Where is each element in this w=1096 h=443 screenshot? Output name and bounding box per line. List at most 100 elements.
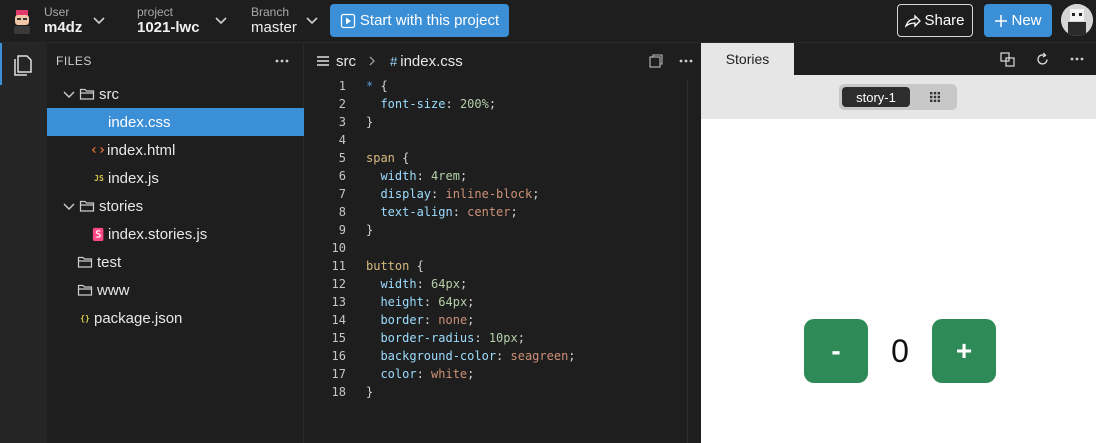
- branch-value: master: [251, 19, 297, 36]
- share-button-label: Share: [924, 12, 965, 29]
- chevron-down-icon[interactable]: [305, 14, 319, 28]
- folder-icon: [77, 284, 93, 296]
- account-avatar-icon[interactable]: [1061, 4, 1093, 36]
- code-line[interactable]: 18}: [304, 383, 701, 401]
- folder-open-icon: [79, 200, 95, 212]
- code-line[interactable]: 9}: [304, 221, 701, 239]
- active-indicator: [0, 43, 2, 85]
- line-number: 6: [338, 169, 346, 183]
- code-text: width: 64px;: [380, 277, 468, 291]
- stories-header: Stories: [701, 43, 1096, 75]
- tree-item-label: index.html: [107, 141, 176, 159]
- code-line[interactable]: 13 height: 64px;: [304, 293, 701, 311]
- grid-view-button[interactable]: [921, 89, 949, 105]
- code-text: height: 64px;: [380, 295, 475, 309]
- editor-breadcrumb: src # index.css: [304, 43, 701, 79]
- line-number: 10: [331, 241, 346, 255]
- code-line[interactable]: 1 * {: [304, 77, 701, 95]
- tree-folder-test[interactable]: test: [47, 248, 304, 276]
- project-label: project: [137, 5, 174, 19]
- chevron-down-icon[interactable]: [92, 14, 106, 28]
- branch-selector[interactable]: Branch master: [251, 5, 297, 37]
- code-line[interactable]: 16 background-color: seagreen;: [304, 347, 701, 365]
- code-line[interactable]: 15 border-radius: 10px;: [304, 329, 701, 347]
- code-line[interactable]: 14 border: none;: [304, 311, 701, 329]
- line-number: 5: [338, 151, 346, 165]
- tree-folder-src[interactable]: src: [47, 80, 304, 108]
- top-bar: User m4dz project 1021-lwc Branch master…: [0, 0, 1096, 43]
- code-text: * {: [366, 79, 388, 93]
- tree-item-label: test: [97, 253, 122, 271]
- code-line[interactable]: 17 color: white;: [304, 365, 701, 383]
- css-hash-icon: #: [390, 53, 398, 69]
- start-with-project-button[interactable]: Start with this project: [330, 4, 509, 37]
- tree-folder-www[interactable]: www: [47, 276, 304, 304]
- tree-file-index-js[interactable]: JS index.js: [47, 164, 304, 192]
- open-external-icon[interactable]: [1000, 51, 1015, 67]
- menu-icon[interactable]: [316, 55, 330, 67]
- breadcrumb-folder[interactable]: src: [336, 53, 356, 70]
- split-editor-icon[interactable]: [649, 54, 663, 68]
- code-text: }: [366, 223, 374, 237]
- breadcrumb-file[interactable]: index.css: [400, 53, 463, 70]
- more-options-icon[interactable]: [275, 59, 289, 63]
- user-value: m4dz: [44, 19, 83, 36]
- refresh-icon[interactable]: [1035, 52, 1050, 67]
- line-number: 14: [331, 313, 346, 327]
- user-label: User: [44, 5, 70, 19]
- tree-file-index-stories-js[interactable]: index.stories.js: [47, 220, 304, 248]
- line-number: 1: [338, 79, 346, 93]
- code-line[interactable]: 10: [304, 239, 701, 257]
- code-line[interactable]: 3}: [304, 113, 701, 131]
- more-options-icon[interactable]: [1070, 57, 1084, 61]
- code-line[interactable]: 12 width: 64px;: [304, 275, 701, 293]
- code-line[interactable]: 7 display: inline-block;: [304, 185, 701, 203]
- code-line[interactable]: 5 span {: [304, 149, 701, 167]
- increment-button[interactable]: +: [932, 319, 996, 383]
- code-line[interactable]: 6 width: 4rem;: [304, 167, 701, 185]
- js-file-icon: JS: [94, 173, 104, 183]
- code-line[interactable]: 8 text-align: center;: [304, 203, 701, 221]
- html-file-icon: [91, 146, 105, 154]
- files-icon[interactable]: [12, 52, 34, 76]
- json-file-icon: {}: [80, 313, 90, 323]
- code-text: font-size: 200%;: [380, 97, 497, 111]
- line-number: 7: [338, 187, 346, 201]
- tree-file-index-css[interactable]: index.css: [47, 108, 304, 136]
- line-number: 16: [331, 349, 346, 363]
- tree-item-label: stories: [99, 197, 144, 215]
- code-text: }: [366, 115, 374, 129]
- tree-item-label: package.json: [94, 309, 183, 327]
- story-tab-story-1[interactable]: story-1: [842, 87, 910, 107]
- line-number: 9: [338, 223, 346, 237]
- decrement-button[interactable]: -: [804, 319, 868, 383]
- user-selector[interactable]: User m4dz: [44, 5, 82, 37]
- code-text: border-radius: 10px;: [380, 331, 525, 345]
- line-number: 3: [338, 115, 346, 129]
- chevron-right-icon: [369, 56, 375, 66]
- tree-file-package-json[interactable]: {} package.json: [47, 304, 304, 332]
- more-options-icon[interactable]: [679, 59, 693, 63]
- code-text: text-align: center;: [380, 205, 518, 219]
- branch-label: Branch: [251, 5, 290, 19]
- code-line[interactable]: 2 font-size: 200%;: [304, 95, 701, 113]
- tree-item-label: index.stories.js: [108, 225, 208, 243]
- editor-scroll-divider: [687, 79, 688, 443]
- code-line[interactable]: 11 button {: [304, 257, 701, 275]
- share-button[interactable]: Share: [897, 4, 973, 37]
- code-editor: src # index.css 1 * {2 font-size: 200%; 3}…: [304, 43, 701, 443]
- line-number: 12: [331, 277, 346, 291]
- chevron-down-icon[interactable]: [214, 14, 228, 28]
- tree-item-label: www: [97, 281, 130, 299]
- storybook-icon: [92, 227, 104, 241]
- tree-file-index-html[interactable]: index.html: [47, 136, 304, 164]
- user-avatar-icon[interactable]: [8, 7, 36, 35]
- new-button[interactable]: New: [984, 4, 1052, 37]
- story-toolbar: story-1: [701, 75, 1096, 119]
- code-area[interactable]: 1 * {2 font-size: 200%; 3} 4 5 span {6 width:…: [304, 77, 701, 401]
- plus-icon: [995, 14, 1008, 27]
- project-selector[interactable]: project 1021-lwc: [137, 5, 200, 37]
- code-line[interactable]: 4: [304, 131, 701, 149]
- tree-folder-stories[interactable]: stories: [47, 192, 304, 220]
- tab-stories[interactable]: Stories: [701, 43, 794, 75]
